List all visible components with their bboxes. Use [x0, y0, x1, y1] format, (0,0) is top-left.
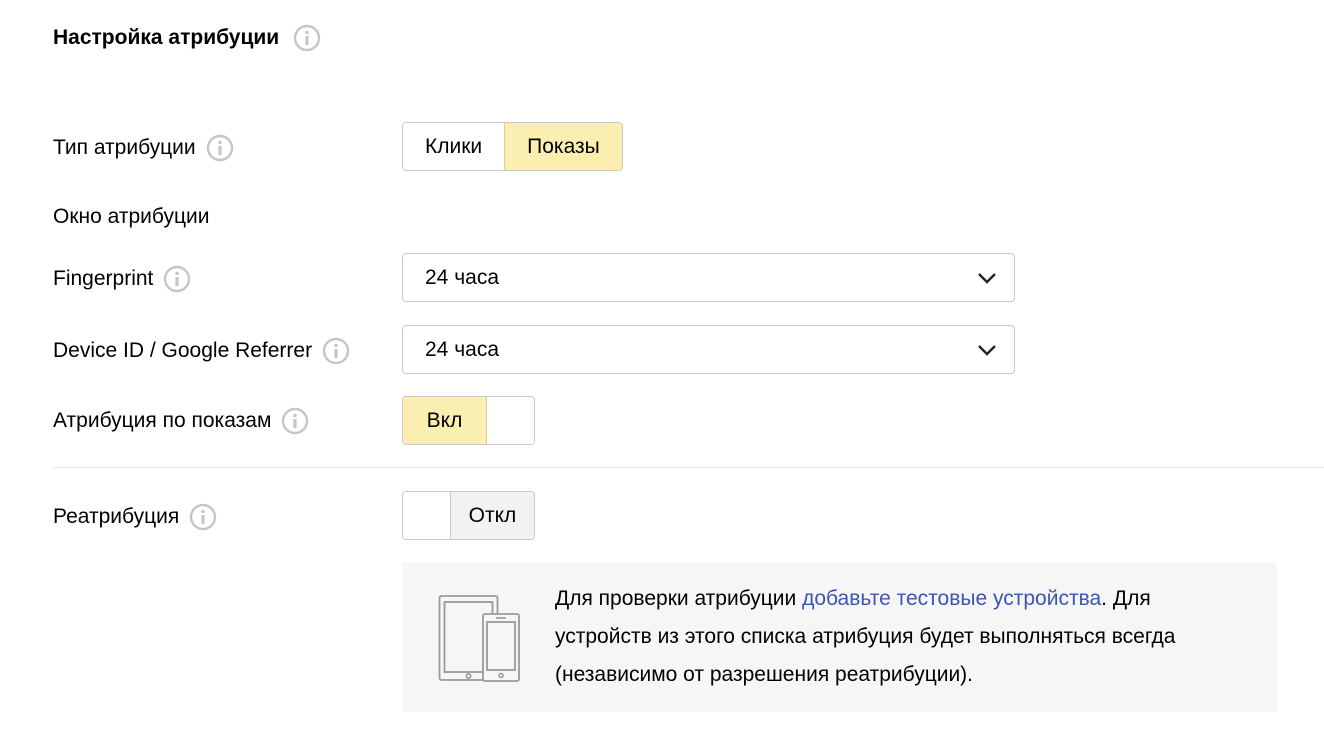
toggle-off-label: Откл	[450, 492, 534, 539]
reattribution-label: Реатрибуция	[53, 503, 217, 531]
notice-text-before: Для проверки атрибуции	[555, 587, 803, 610]
chevron-down-icon	[976, 340, 998, 360]
impression-attribution-label: Атрибуция по показам	[53, 407, 309, 435]
device-id-window-value: 24 часа	[425, 337, 499, 361]
info-icon[interactable]	[163, 265, 191, 293]
info-icon[interactable]	[293, 24, 321, 52]
page-title-text: Настройка атрибуции	[53, 26, 280, 49]
attribution-type-segmented-control[interactable]: Клики Показы	[402, 122, 623, 171]
devices-icon	[438, 594, 522, 684]
attribution-type-label-text: Тип атрибуции	[53, 136, 196, 159]
toggle-knob	[487, 397, 534, 444]
attribution-type-label: Тип атрибуции	[53, 134, 234, 162]
reattribution-toggle[interactable]: Откл	[402, 491, 535, 540]
attribution-window-label: Окно атрибуции	[53, 205, 210, 228]
impression-attribution-label-text: Атрибуция по показам	[53, 409, 272, 432]
toggle-on-label: Вкл	[403, 397, 487, 444]
device-id-window-select[interactable]: 24 часа	[402, 325, 1015, 374]
notice-text: Для проверки атрибуции добавьте тестовые…	[555, 580, 1245, 694]
fingerprint-label-text: Fingerprint	[53, 267, 154, 290]
info-icon[interactable]	[322, 337, 350, 365]
add-test-devices-link[interactable]: добавьте тестовые устройства	[802, 587, 1101, 610]
fingerprint-window-value: 24 часа	[425, 265, 499, 289]
attribution-type-option-clicks[interactable]: Клики	[403, 123, 505, 170]
chevron-down-icon	[976, 268, 998, 288]
page-title: Настройка атрибуции	[53, 24, 321, 52]
reattribution-label-text: Реатрибуция	[53, 505, 180, 528]
section-divider	[53, 467, 1324, 468]
info-icon[interactable]	[281, 407, 309, 435]
info-icon[interactable]	[189, 503, 217, 531]
impression-attribution-toggle[interactable]: Вкл	[402, 396, 535, 445]
fingerprint-window-select[interactable]: 24 часа	[402, 253, 1015, 302]
attribution-type-option-impressions[interactable]: Показы	[504, 123, 622, 170]
device-id-label: Device ID / Google Referrer	[53, 337, 350, 365]
info-icon[interactable]	[206, 134, 234, 162]
device-id-label-text: Device ID / Google Referrer	[53, 339, 313, 362]
fingerprint-label: Fingerprint	[53, 265, 191, 293]
test-devices-notice: Для проверки атрибуции добавьте тестовые…	[402, 562, 1277, 712]
toggle-knob	[403, 492, 450, 539]
